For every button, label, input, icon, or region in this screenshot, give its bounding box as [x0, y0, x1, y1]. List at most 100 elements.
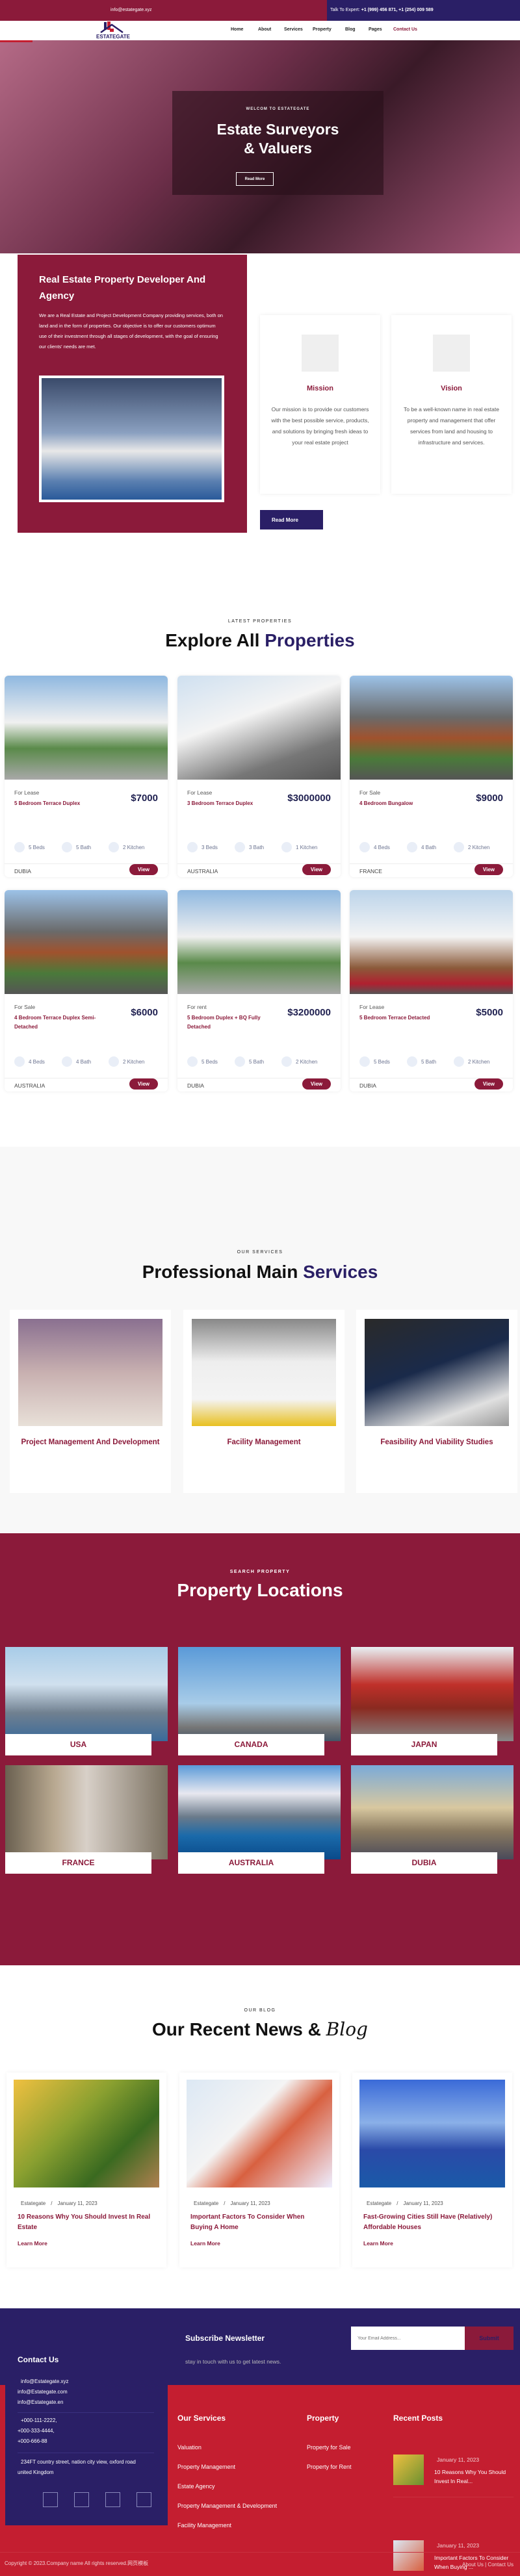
nav-item-about[interactable]: About	[258, 27, 271, 32]
nav-item-blog[interactable]: Blog	[345, 27, 356, 32]
property-kitchen: 2 Kitchen	[281, 1056, 317, 1067]
property-view-button[interactable]: View	[129, 1078, 158, 1090]
footer-service-link[interactable]: Valuation	[177, 2438, 277, 2457]
location-name[interactable]: FRANCE	[5, 1852, 151, 1874]
hero-read-more-button[interactable]: Read More	[236, 172, 274, 186]
location-card[interactable]: AUSTRALIA	[178, 1765, 341, 1874]
location-name[interactable]: USA	[5, 1734, 151, 1755]
instagram-icon[interactable]	[105, 2492, 120, 2507]
property-image[interactable]	[5, 676, 168, 780]
twitter-icon[interactable]	[74, 2492, 89, 2507]
service-title[interactable]: Facility Management	[190, 1437, 338, 1447]
logo[interactable]: ESTATEGATE	[96, 21, 131, 40]
property-kitchen: 2 Kitchen	[454, 1056, 489, 1067]
property-name[interactable]: 3 Bedroom Terrace Duplex	[187, 799, 285, 808]
property-image[interactable]	[350, 676, 513, 780]
blog-title[interactable]: Important Factors To Consider When Buyin…	[190, 2212, 326, 2233]
property-name[interactable]: 4 Bedroom Terrace Duplex Semi-Detached	[14, 1014, 112, 1032]
location-card[interactable]: JAPAN	[351, 1647, 514, 1755]
bath-icon	[407, 842, 417, 852]
nav-item-contact-us[interactable]: Contact Us	[393, 27, 417, 32]
footer-email[interactable]: info@Estategate.xyz	[18, 2377, 69, 2387]
blog-image[interactable]	[359, 2080, 505, 2187]
bath-label: 4 Bath	[76, 1058, 92, 1065]
beds-label: 4 Beds	[374, 844, 390, 850]
property-view-button[interactable]: View	[302, 864, 331, 875]
location-name[interactable]: AUSTRALIA	[178, 1852, 324, 1874]
hero-accent	[0, 40, 32, 42]
footer-property-link[interactable]: Property for Rent	[307, 2457, 352, 2477]
location-card[interactable]: DUBIA	[351, 1765, 514, 1874]
footer-service-link[interactable]: Property Management	[177, 2457, 277, 2477]
beds-label: 3 Beds	[202, 844, 218, 850]
blog-image[interactable]	[14, 2080, 159, 2187]
property-beds: 5 Beds	[14, 842, 45, 852]
property-name[interactable]: 5 Bedroom Terrace Duplex	[14, 799, 112, 808]
recent-post-thumb[interactable]	[393, 2455, 424, 2485]
blog-learn-more-link[interactable]: Learn More	[363, 2240, 393, 2247]
footer-phone: +000-333-4444,	[18, 2428, 55, 2434]
footer-email[interactable]: info@Estategate.com	[18, 2387, 69, 2397]
service-card[interactable]: Project Management And Development	[10, 1310, 171, 1493]
mission-text: Our mission is to provide our customers …	[271, 406, 369, 446]
service-card[interactable]: Facility Management	[183, 1310, 344, 1493]
bath-label: 5 Bath	[421, 1058, 437, 1065]
about-read-more-button[interactable]: Read More	[260, 510, 323, 529]
service-title[interactable]: Project Management And Development	[16, 1437, 164, 1447]
footer-property-link[interactable]: Property for Sale	[307, 2438, 352, 2457]
property-name[interactable]: 4 Bedroom Bungalow	[359, 799, 457, 808]
property-name[interactable]: 5 Bedroom Terrace Detacted	[359, 1014, 457, 1023]
footer-recent-title: Recent Posts	[393, 2414, 443, 2423]
mission-title: Mission	[307, 385, 333, 392]
blog-learn-more-link[interactable]: Learn More	[190, 2240, 220, 2247]
beds-label: 4 Beds	[29, 1058, 45, 1065]
blog-author: Estategate	[367, 2200, 392, 2206]
location-card[interactable]: USA	[5, 1647, 168, 1755]
recent-post-title[interactable]: 10 Reasons Why You Should Invest In Real…	[434, 2468, 515, 2486]
property-image[interactable]	[5, 890, 168, 994]
location-card[interactable]: CANADA	[178, 1647, 341, 1755]
beds-label: 5 Beds	[29, 844, 45, 850]
footer-property-title: Property	[307, 2414, 339, 2423]
property-view-button[interactable]: View	[302, 1078, 331, 1090]
property-name[interactable]: 5 Bedroom Duplex + BQ Fully Detached	[187, 1014, 285, 1032]
newsletter-email-input[interactable]	[351, 2327, 465, 2350]
nav-item-services[interactable]: Services	[284, 27, 303, 32]
location-name[interactable]: CANADA	[178, 1734, 324, 1755]
property-bath: 3 Bath	[235, 842, 264, 852]
service-card[interactable]: Feasibility And Viability Studies	[356, 1310, 517, 1493]
newsletter-submit-button[interactable]: Submit	[465, 2327, 514, 2350]
topbar-email[interactable]: info@estategate.xyz	[110, 8, 152, 12]
property-beds: 4 Beds	[359, 842, 390, 852]
footer-about-link[interactable]: About Us	[462, 2562, 484, 2568]
facebook-icon[interactable]	[43, 2492, 58, 2507]
footer-email[interactable]: info@Estategate.en	[18, 2397, 69, 2408]
nav-item-pages[interactable]: Pages	[369, 27, 382, 32]
footer-service-link[interactable]: Property Management & Development	[177, 2496, 277, 2516]
property-view-button[interactable]: View	[474, 864, 503, 875]
footer-service-link[interactable]: Estate Agency	[177, 2477, 277, 2496]
location-name[interactable]: JAPAN	[351, 1734, 497, 1755]
property-image[interactable]	[177, 890, 341, 994]
blog-learn-more-link[interactable]: Learn More	[18, 2240, 47, 2247]
linkedin-icon[interactable]	[136, 2492, 151, 2507]
blog-title[interactable]: 10 Reasons Why You Should Invest In Real…	[18, 2212, 153, 2233]
nav-item-home[interactable]: Home	[231, 27, 243, 32]
footer-service-link[interactable]: Facility Management	[177, 2516, 277, 2535]
property-image[interactable]	[177, 676, 341, 780]
service-image	[18, 1319, 162, 1426]
service-title[interactable]: Feasibility And Viability Studies	[363, 1437, 511, 1447]
location-name[interactable]: DUBIA	[351, 1852, 497, 1874]
blog-title[interactable]: Fast-Growing Cities Still Have (Relative…	[363, 2212, 499, 2233]
nav-item-property[interactable]: Property	[313, 27, 332, 32]
kitchen-icon	[454, 1056, 464, 1067]
bath-icon	[407, 1056, 417, 1067]
property-view-button[interactable]: View	[129, 864, 158, 875]
property-image[interactable]	[350, 890, 513, 994]
property-view-button[interactable]: View	[474, 1078, 503, 1090]
location-card[interactable]: FRANCE	[5, 1765, 168, 1874]
expert-phones[interactable]: +1 (999) 456 871, +1 (254) 009 589	[361, 8, 434, 12]
recent-post-thumb[interactable]	[393, 2540, 424, 2571]
blog-image[interactable]	[187, 2080, 332, 2187]
footer-contact-link[interactable]: Contact Us	[488, 2562, 514, 2568]
